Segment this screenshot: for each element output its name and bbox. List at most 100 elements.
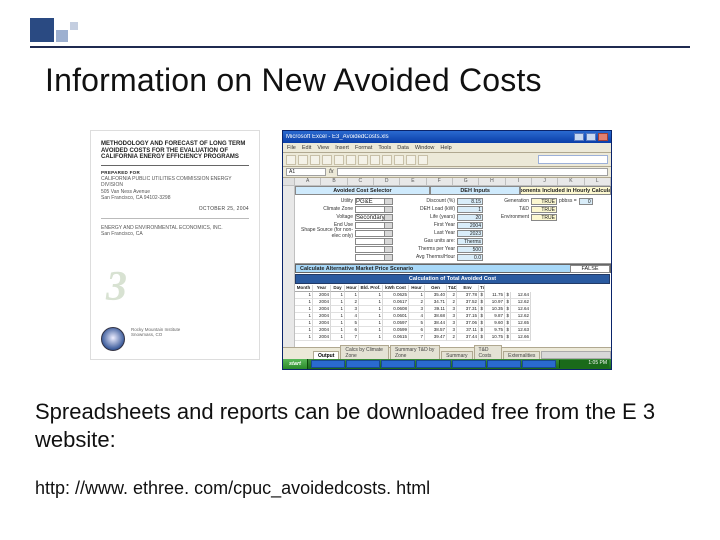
help-search-input[interactable] <box>538 155 608 164</box>
table-row[interactable]: 120041110.0625135.40237.78$11.75$12.64 <box>295 292 611 299</box>
table-cell[interactable]: 0.0601 <box>383 313 409 320</box>
table-cell[interactable]: 3 <box>447 320 457 327</box>
table-cell[interactable]: 38.44 <box>425 320 447 327</box>
table-cell[interactable]: 12.66 <box>511 334 531 341</box>
column-header[interactable]: A <box>295 178 321 185</box>
menu-window[interactable]: Window <box>415 145 435 151</box>
table-row[interactable]: 120041710.0615739.47237.44$10.75$12.66 <box>295 334 611 341</box>
table-cell[interactable]: 0.0597 <box>383 320 409 327</box>
table-cell[interactable]: 12.65 <box>511 320 531 327</box>
table-cell[interactable]: 7 <box>409 334 425 341</box>
taskbar-item[interactable] <box>487 360 521 368</box>
table-cell[interactable]: 0.0617 <box>383 299 409 306</box>
chart-icon[interactable] <box>406 155 416 165</box>
table-header-cell[interactable]: Bld. Prof. <box>359 285 383 292</box>
dropdown[interactable]: Secondary <box>355 214 393 221</box>
table-cell[interactable]: 39.11 <box>425 306 447 313</box>
table-cell[interactable]: 2004 <box>313 299 331 306</box>
table-cell[interactable]: 7 <box>345 334 359 341</box>
table-cell[interactable]: 1 <box>331 299 345 306</box>
table-cell[interactable]: 37.78 <box>457 292 479 299</box>
input-value[interactable]: Therms <box>457 238 483 245</box>
column-header[interactable]: I <box>506 178 532 185</box>
table-cell[interactable]: 1 <box>331 334 345 341</box>
table-cell[interactable]: 1 <box>409 292 425 299</box>
menu-insert[interactable]: Insert <box>335 145 349 151</box>
dropdown[interactable] <box>355 206 393 213</box>
table-cell[interactable]: 37.31 <box>457 306 479 313</box>
input-value[interactable]: 0.0 <box>457 254 483 261</box>
table-cell[interactable]: 1 <box>359 292 383 299</box>
input-value[interactable]: 2004 <box>457 222 483 229</box>
worksheet[interactable]: ABCDEFGHIJKL Avoided Cost Selector DEH I… <box>283 178 611 347</box>
input-value[interactable]: TRUE <box>531 214 557 221</box>
close-button[interactable] <box>598 133 608 141</box>
save-icon[interactable] <box>310 155 320 165</box>
redo-icon[interactable] <box>382 155 392 165</box>
table-cell[interactable]: 9.87 <box>485 313 505 320</box>
table-header-cell[interactable]: T&D <box>479 285 485 292</box>
menu-help[interactable]: Help <box>440 145 451 151</box>
table-cell[interactable]: 35.40 <box>425 292 447 299</box>
taskbar-item[interactable] <box>452 360 486 368</box>
copy-icon[interactable] <box>346 155 356 165</box>
window-titlebar[interactable]: Microsoft Excel - E3_AvoidedCosts.xls <box>283 131 611 143</box>
table-cell[interactable]: 1 <box>295 292 313 299</box>
table-cell[interactable]: 38.68 <box>425 313 447 320</box>
table-header-cell[interactable]: Hour <box>345 285 359 292</box>
taskbar-item[interactable] <box>311 360 345 368</box>
table-cell[interactable]: 12.63 <box>511 327 531 334</box>
input-value[interactable]: 1 <box>457 206 483 213</box>
table-cell[interactable]: 1 <box>331 320 345 327</box>
table-cell[interactable]: 5 <box>409 320 425 327</box>
table-cell[interactable]: 1 <box>295 313 313 320</box>
table-header-cell[interactable]: Day <box>331 285 345 292</box>
table-cell[interactable]: 4 <box>345 313 359 320</box>
table-cell[interactable]: 0.0608 <box>383 306 409 313</box>
sheet-tab[interactable]: Calcs by Climate Zone <box>340 345 389 360</box>
input-value[interactable]: 2023 <box>457 230 483 237</box>
name-box[interactable]: A1 <box>286 168 326 176</box>
menu-tools[interactable]: Tools <box>378 145 391 151</box>
table-cell[interactable]: 2 <box>447 334 457 341</box>
menu-file[interactable]: File <box>287 145 296 151</box>
table-cell[interactable]: 2004 <box>313 306 331 313</box>
table-row[interactable]: 120041410.0601438.68337.15$9.87$12.62 <box>295 313 611 320</box>
table-cell[interactable]: 1 <box>359 320 383 327</box>
table-cell[interactable]: 12.64 <box>511 292 531 299</box>
print-icon[interactable] <box>322 155 332 165</box>
table-cell[interactable]: 6 <box>345 327 359 334</box>
column-header[interactable]: L <box>585 178 611 185</box>
table-cell[interactable]: 1 <box>295 334 313 341</box>
table-cell[interactable]: 2 <box>447 292 457 299</box>
column-header[interactable]: D <box>374 178 400 185</box>
table-cell[interactable]: 1 <box>359 327 383 334</box>
column-header[interactable]: C <box>348 178 374 185</box>
table-cell[interactable]: 10.97 <box>485 299 505 306</box>
taskbar-item[interactable] <box>381 360 415 368</box>
dropdown[interactable] <box>355 246 393 253</box>
table-cell[interactable]: 4 <box>409 313 425 320</box>
calc-scenario-value[interactable]: FALSE <box>570 265 610 273</box>
table-header-cell[interactable]: T&D <box>447 285 457 292</box>
fx-icon[interactable]: fx <box>329 169 334 175</box>
menu-edit[interactable]: Edit <box>302 145 311 151</box>
table-cell[interactable]: 1 <box>359 334 383 341</box>
table-cell[interactable]: 1 <box>331 313 345 320</box>
table-cell[interactable]: 2 <box>409 299 425 306</box>
table-header-cell[interactable]: Month <box>295 285 313 292</box>
column-header[interactable] <box>283 178 295 185</box>
column-header[interactable]: G <box>453 178 479 185</box>
table-cell[interactable]: 9.75 <box>485 327 505 334</box>
dropdown[interactable] <box>355 230 393 237</box>
formula-input[interactable] <box>337 168 608 176</box>
input-value[interactable]: 0 <box>579 198 593 205</box>
data-table[interactable]: MonthYearDayHourBld. Prof.kWh CostHourGe… <box>295 285 611 341</box>
table-cell[interactable]: 1 <box>295 327 313 334</box>
table-cell[interactable]: 1 <box>331 292 345 299</box>
table-row[interactable]: 120041210.0617234.71237.52$10.97$12.62 <box>295 299 611 306</box>
minimize-button[interactable] <box>574 133 584 141</box>
table-cell[interactable]: 2004 <box>313 334 331 341</box>
menu-data[interactable]: Data <box>397 145 409 151</box>
table-cell[interactable]: 3 <box>409 306 425 313</box>
